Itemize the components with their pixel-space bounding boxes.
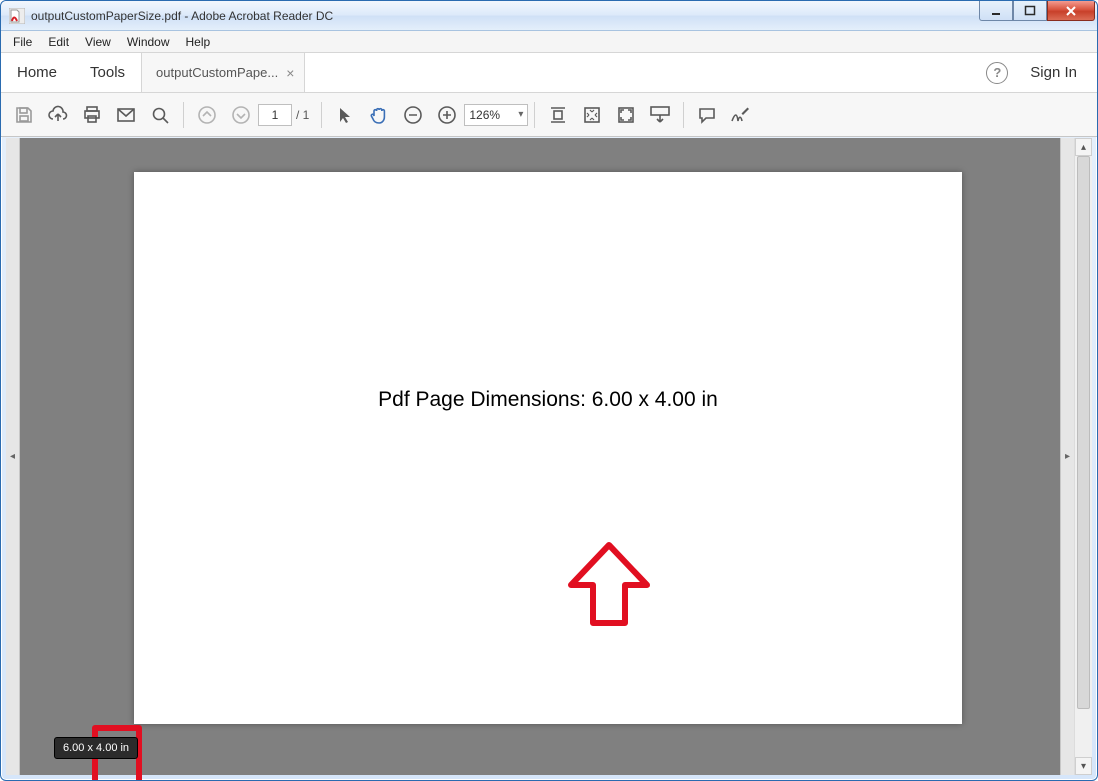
- content-area: ◂ Pdf Page Dimensions: 6.00 x 4.00 in 6.…: [6, 138, 1092, 775]
- print-icon[interactable]: [75, 98, 109, 132]
- document-tab-close-icon[interactable]: ×: [286, 66, 294, 80]
- toolbar: / 1 126% ▾: [1, 93, 1097, 137]
- right-panel-toggle[interactable]: ▸: [1060, 138, 1074, 775]
- tab-tools[interactable]: Tools: [74, 53, 141, 92]
- menu-edit[interactable]: Edit: [40, 33, 77, 51]
- scroll-track[interactable]: [1075, 156, 1092, 757]
- page-body-text: Pdf Page Dimensions: 6.00 x 4.00 in: [134, 388, 962, 412]
- pdf-page: Pdf Page Dimensions: 6.00 x 4.00 in: [134, 172, 962, 724]
- tab-tools-label: Tools: [90, 64, 125, 81]
- chevron-down-icon: ▾: [518, 109, 523, 120]
- zoom-in-icon[interactable]: [430, 98, 464, 132]
- search-icon[interactable]: [143, 98, 177, 132]
- maximize-button[interactable]: [1013, 1, 1047, 21]
- title-bar: outputCustomPaperSize.pdf - Adobe Acroba…: [1, 1, 1097, 31]
- separator: [534, 102, 535, 128]
- menu-file[interactable]: File: [5, 33, 40, 51]
- fullscreen-icon[interactable]: [609, 98, 643, 132]
- fit-page-icon[interactable]: [575, 98, 609, 132]
- separator: [321, 102, 322, 128]
- document-tab-label: outputCustomPape...: [156, 65, 278, 80]
- page-total-label: / 1: [296, 108, 309, 122]
- zoom-level-select[interactable]: 126% ▾: [464, 104, 528, 126]
- annotation-arrow-up-icon: [559, 537, 659, 637]
- app-window: outputCustomPaperSize.pdf - Adobe Acroba…: [0, 0, 1098, 781]
- menu-help[interactable]: Help: [178, 33, 219, 51]
- scroll-down-icon[interactable]: ▾: [1075, 757, 1092, 775]
- scroll-thumb[interactable]: [1077, 156, 1090, 709]
- sign-in-button[interactable]: Sign In: [1022, 64, 1085, 81]
- sign-icon[interactable]: [724, 98, 758, 132]
- document-tab[interactable]: outputCustomPape... ×: [141, 53, 305, 92]
- document-viewer[interactable]: Pdf Page Dimensions: 6.00 x 4.00 in 6.00…: [20, 138, 1060, 775]
- zoom-value: 126%: [469, 108, 500, 122]
- menu-window[interactable]: Window: [119, 33, 178, 51]
- hand-pan-icon[interactable]: [362, 98, 396, 132]
- fit-width-icon[interactable]: [541, 98, 575, 132]
- window-controls: [979, 1, 1095, 30]
- cloud-upload-icon[interactable]: [41, 98, 75, 132]
- app-icon: [9, 8, 25, 24]
- zoom-out-icon[interactable]: [396, 98, 430, 132]
- help-icon[interactable]: ?: [986, 62, 1008, 84]
- scroll-up-icon[interactable]: ▴: [1075, 138, 1092, 156]
- tab-home[interactable]: Home: [1, 53, 74, 92]
- page-up-icon[interactable]: [190, 98, 224, 132]
- separator: [183, 102, 184, 128]
- page-number-input[interactable]: [258, 104, 292, 126]
- page-down-icon[interactable]: [224, 98, 258, 132]
- window-title: outputCustomPaperSize.pdf - Adobe Acroba…: [31, 9, 979, 23]
- comment-icon[interactable]: [690, 98, 724, 132]
- menu-bar: File Edit View Window Help: [1, 31, 1097, 53]
- read-mode-icon[interactable]: [643, 98, 677, 132]
- email-icon[interactable]: [109, 98, 143, 132]
- separator: [683, 102, 684, 128]
- minimize-button[interactable]: [979, 1, 1013, 21]
- menu-view[interactable]: View: [77, 33, 119, 51]
- left-panel-toggle[interactable]: ◂: [6, 138, 20, 775]
- tab-home-label: Home: [17, 64, 57, 81]
- save-icon[interactable]: [7, 98, 41, 132]
- vertical-scrollbar[interactable]: ▴ ▾: [1074, 138, 1092, 775]
- close-button[interactable]: [1047, 1, 1095, 21]
- sign-in-label: Sign In: [1030, 64, 1077, 81]
- page-size-tooltip: 6.00 x 4.00 in: [54, 737, 138, 759]
- cursor-icon[interactable]: [328, 98, 362, 132]
- tab-strip: Home Tools outputCustomPape... × ? Sign …: [1, 53, 1097, 93]
